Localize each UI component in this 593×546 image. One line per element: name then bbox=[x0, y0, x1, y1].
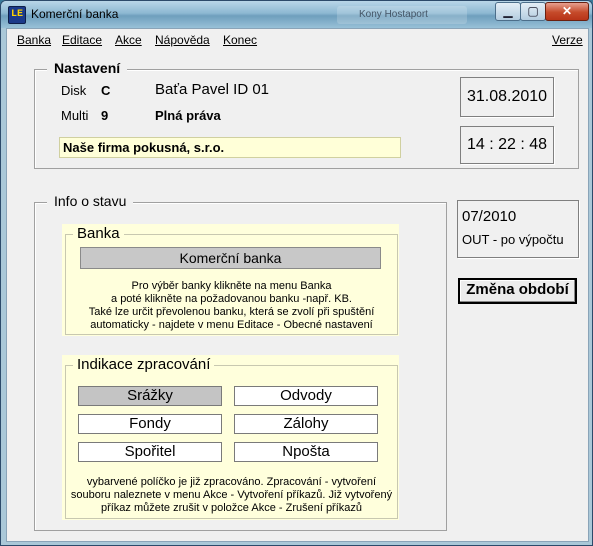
menu-editace[interactable]: Editace bbox=[62, 33, 102, 47]
maximize-icon: ▢ bbox=[527, 4, 539, 18]
menu-napoveda[interactable]: Nápověda bbox=[155, 33, 210, 47]
title-bar[interactable]: LE Komerční banka Kony Hostaport ▁ ▢ ✕ bbox=[1, 1, 592, 28]
background-window-title: Kony Hostaport bbox=[359, 9, 428, 20]
minimize-icon: ▁ bbox=[503, 4, 513, 18]
indicator-srazky[interactable]: Srážky bbox=[78, 386, 222, 406]
info-title: Info o stavu bbox=[47, 193, 134, 209]
indicator-fondy[interactable]: Fondy bbox=[78, 414, 222, 434]
period-box: 07/2010 OUT - po výpočtu bbox=[457, 200, 579, 258]
banka-help-line: a poté klikněte na požadovanou banku -na… bbox=[111, 293, 352, 305]
multi-value: 9 bbox=[101, 108, 109, 123]
banka-title: Banka bbox=[73, 225, 124, 242]
indikace-help-line: vybarvené políčko je již zpracováno. Zpr… bbox=[86, 476, 377, 488]
indicator-sporitel[interactable]: Spořitel bbox=[78, 442, 222, 462]
indicator-nposta[interactable]: Npošta bbox=[234, 442, 378, 462]
client-area: Banka Editace Akce Nápověda Konec Verze … bbox=[6, 28, 589, 542]
nastaveni-title: Nastavení bbox=[47, 60, 128, 76]
date-display: 31.08.2010 bbox=[460, 77, 554, 117]
disk-label: Disk bbox=[61, 83, 87, 98]
minimize-button[interactable]: ▁ bbox=[495, 2, 521, 21]
indicator-odvody[interactable]: Odvody bbox=[234, 386, 378, 406]
banka-help-line: Také lze určit převolenou banku, která s… bbox=[88, 306, 375, 318]
window-title: Komerční banka bbox=[31, 7, 119, 21]
maximize-button[interactable]: ▢ bbox=[520, 2, 546, 21]
close-icon: ✕ bbox=[561, 4, 573, 18]
indikace-help-line: příkaz můžete zrušit v položce Akce - Zr… bbox=[100, 502, 363, 514]
banka-help-text: Pro výběr banky klikněte na menu Banka a… bbox=[67, 280, 396, 332]
banka-help-line: Pro výběr banky klikněte na menu Banka bbox=[131, 280, 332, 292]
menu-akce[interactable]: Akce bbox=[115, 33, 142, 47]
indikace-help-text: vybarvené políčko je již zpracováno. Zpr… bbox=[67, 476, 396, 515]
menu-bar: Banka Editace Akce Nápověda Konec Verze bbox=[7, 29, 588, 51]
banka-help-line: automaticky - najdete v menu Editace - O… bbox=[90, 319, 373, 331]
selected-bank-bar[interactable]: Komerční banka bbox=[80, 247, 381, 269]
indicator-zalohy[interactable]: Zálohy bbox=[234, 414, 378, 434]
company-field: Naše firma pokusná, s.r.o. bbox=[59, 137, 401, 158]
multi-label: Multi bbox=[61, 108, 89, 123]
menu-konec[interactable]: Konec bbox=[223, 33, 257, 47]
menu-verze[interactable]: Verze bbox=[552, 33, 583, 47]
app-icon: LE bbox=[8, 6, 26, 24]
period-status: OUT - po výpočtu bbox=[462, 232, 564, 247]
period-value: 07/2010 bbox=[462, 208, 517, 225]
user-name: Baťa Pavel ID 01 bbox=[155, 81, 270, 98]
rights-value: Plná práva bbox=[155, 108, 221, 123]
close-button[interactable]: ✕ bbox=[545, 2, 589, 21]
time-display: 14 : 22 : 48 bbox=[460, 126, 554, 164]
main-window: LE Komerční banka Kony Hostaport ▁ ▢ ✕ B… bbox=[0, 0, 593, 546]
change-period-button[interactable]: Změna období bbox=[458, 278, 577, 304]
menu-banka[interactable]: Banka bbox=[17, 33, 51, 47]
indikace-help-line: souboru naleznete v menu Akce - Vytvořen… bbox=[70, 489, 393, 501]
disk-value: C bbox=[101, 83, 111, 98]
indikace-title: Indikace zpracování bbox=[73, 356, 215, 373]
